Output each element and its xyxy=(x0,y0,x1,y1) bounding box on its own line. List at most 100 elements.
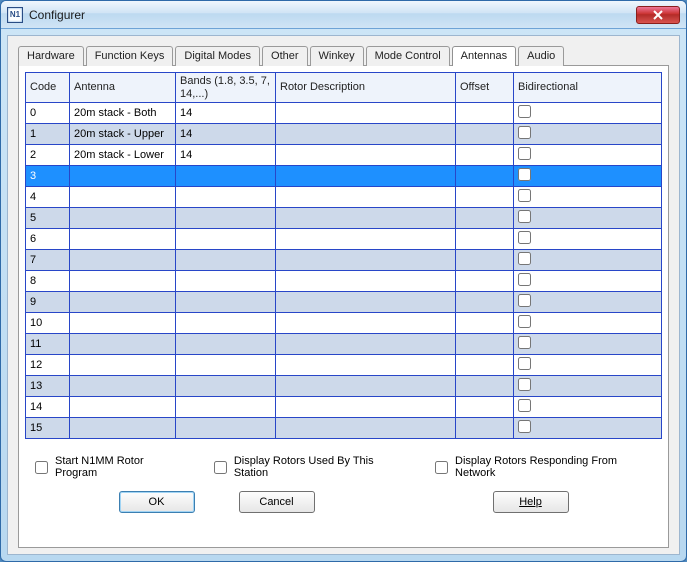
table-row[interactable]: 8 xyxy=(26,271,662,292)
cell-offset[interactable] xyxy=(456,208,514,229)
cell-antenna[interactable] xyxy=(70,208,176,229)
cell-antenna[interactable]: 20m stack - Both xyxy=(70,103,176,124)
cell-code[interactable]: 11 xyxy=(26,334,70,355)
cell-code[interactable]: 3 xyxy=(26,166,70,187)
table-row[interactable]: 13 xyxy=(26,376,662,397)
cell-bands[interactable] xyxy=(176,229,276,250)
cell-bands[interactable] xyxy=(176,208,276,229)
cell-rotor[interactable] xyxy=(276,313,456,334)
table-row[interactable]: 220m stack - Lower14 xyxy=(26,145,662,166)
cell-offset[interactable] xyxy=(456,124,514,145)
cell-offset[interactable] xyxy=(456,166,514,187)
table-row[interactable]: 9 xyxy=(26,292,662,313)
cell-offset[interactable] xyxy=(456,313,514,334)
cell-rotor[interactable] xyxy=(276,355,456,376)
cell-rotor[interactable] xyxy=(276,187,456,208)
bidirectional-checkbox[interactable] xyxy=(518,147,531,160)
cell-bands[interactable] xyxy=(176,418,276,439)
cell-rotor[interactable] xyxy=(276,145,456,166)
cell-antenna[interactable] xyxy=(70,355,176,376)
table-row[interactable]: 15 xyxy=(26,418,662,439)
cell-bands[interactable] xyxy=(176,187,276,208)
bidirectional-checkbox[interactable] xyxy=(518,399,531,412)
table-row[interactable]: 14 xyxy=(26,397,662,418)
cell-bands[interactable] xyxy=(176,271,276,292)
tab-other[interactable]: Other xyxy=(262,46,308,66)
cancel-button[interactable]: Cancel xyxy=(239,491,315,513)
table-row[interactable]: 11 xyxy=(26,334,662,355)
cell-rotor[interactable] xyxy=(276,229,456,250)
cell-offset[interactable] xyxy=(456,292,514,313)
cell-bidirectional[interactable] xyxy=(514,166,662,187)
table-row[interactable]: 120m stack - Upper14 xyxy=(26,124,662,145)
bidirectional-checkbox[interactable] xyxy=(518,210,531,223)
table-row[interactable]: 10 xyxy=(26,313,662,334)
cell-bidirectional[interactable] xyxy=(514,250,662,271)
cell-bidirectional[interactable] xyxy=(514,292,662,313)
help-button[interactable]: Help xyxy=(493,491,569,513)
tab-digital-modes[interactable]: Digital Modes xyxy=(175,46,260,66)
cell-antenna[interactable] xyxy=(70,397,176,418)
cell-rotor[interactable] xyxy=(276,271,456,292)
cell-code[interactable]: 1 xyxy=(26,124,70,145)
cell-rotor[interactable] xyxy=(276,124,456,145)
bidirectional-checkbox[interactable] xyxy=(518,315,531,328)
tab-audio[interactable]: Audio xyxy=(518,46,564,66)
option-display-used[interactable]: Display Rotors Used By This Station xyxy=(210,455,407,479)
grid-header-offset[interactable]: Offset xyxy=(456,73,514,103)
cell-bands[interactable] xyxy=(176,292,276,313)
option-display-network[interactable]: Display Rotors Responding From Network xyxy=(431,455,656,479)
cell-offset[interactable] xyxy=(456,334,514,355)
cell-rotor[interactable] xyxy=(276,103,456,124)
cell-bidirectional[interactable] xyxy=(514,397,662,418)
cell-code[interactable]: 13 xyxy=(26,376,70,397)
cell-offset[interactable] xyxy=(456,376,514,397)
cell-bidirectional[interactable] xyxy=(514,208,662,229)
cell-antenna[interactable] xyxy=(70,313,176,334)
cell-bidirectional[interactable] xyxy=(514,271,662,292)
table-row[interactable]: 6 xyxy=(26,229,662,250)
cell-offset[interactable] xyxy=(456,145,514,166)
cell-bidirectional[interactable] xyxy=(514,187,662,208)
bidirectional-checkbox[interactable] xyxy=(518,252,531,265)
bidirectional-checkbox[interactable] xyxy=(518,126,531,139)
cell-bidirectional[interactable] xyxy=(514,376,662,397)
cell-bands[interactable] xyxy=(176,166,276,187)
cell-offset[interactable] xyxy=(456,418,514,439)
table-row[interactable]: 12 xyxy=(26,355,662,376)
cell-code[interactable]: 8 xyxy=(26,271,70,292)
option-display-used-checkbox[interactable] xyxy=(214,461,227,474)
cell-bands[interactable] xyxy=(176,250,276,271)
grid-header-bidi[interactable]: Bidirectional xyxy=(514,73,662,103)
bidirectional-checkbox[interactable] xyxy=(518,189,531,202)
table-row[interactable]: 3 xyxy=(26,166,662,187)
table-row[interactable]: 020m stack - Both14 xyxy=(26,103,662,124)
bidirectional-checkbox[interactable] xyxy=(518,420,531,433)
cell-offset[interactable] xyxy=(456,229,514,250)
cell-antenna[interactable] xyxy=(70,250,176,271)
cell-antenna[interactable]: 20m stack - Upper xyxy=(70,124,176,145)
cell-antenna[interactable] xyxy=(70,418,176,439)
cell-bidirectional[interactable] xyxy=(514,124,662,145)
table-row[interactable]: 7 xyxy=(26,250,662,271)
cell-offset[interactable] xyxy=(456,355,514,376)
option-start-rotor-checkbox[interactable] xyxy=(35,461,48,474)
cell-bands[interactable] xyxy=(176,397,276,418)
cell-bands[interactable] xyxy=(176,313,276,334)
cell-code[interactable]: 7 xyxy=(26,250,70,271)
table-row[interactable]: 5 xyxy=(26,208,662,229)
cell-antenna[interactable] xyxy=(70,229,176,250)
cell-rotor[interactable] xyxy=(276,250,456,271)
bidirectional-checkbox[interactable] xyxy=(518,294,531,307)
cell-rotor[interactable] xyxy=(276,397,456,418)
bidirectional-checkbox[interactable] xyxy=(518,231,531,244)
tab-mode-control[interactable]: Mode Control xyxy=(366,46,450,66)
cell-antenna[interactable] xyxy=(70,334,176,355)
cell-bidirectional[interactable] xyxy=(514,313,662,334)
cell-code[interactable]: 6 xyxy=(26,229,70,250)
close-button[interactable] xyxy=(636,6,680,24)
cell-code[interactable]: 9 xyxy=(26,292,70,313)
bidirectional-checkbox[interactable] xyxy=(518,105,531,118)
option-display-network-checkbox[interactable] xyxy=(435,461,448,474)
grid-header-antenna[interactable]: Antenna xyxy=(70,73,176,103)
